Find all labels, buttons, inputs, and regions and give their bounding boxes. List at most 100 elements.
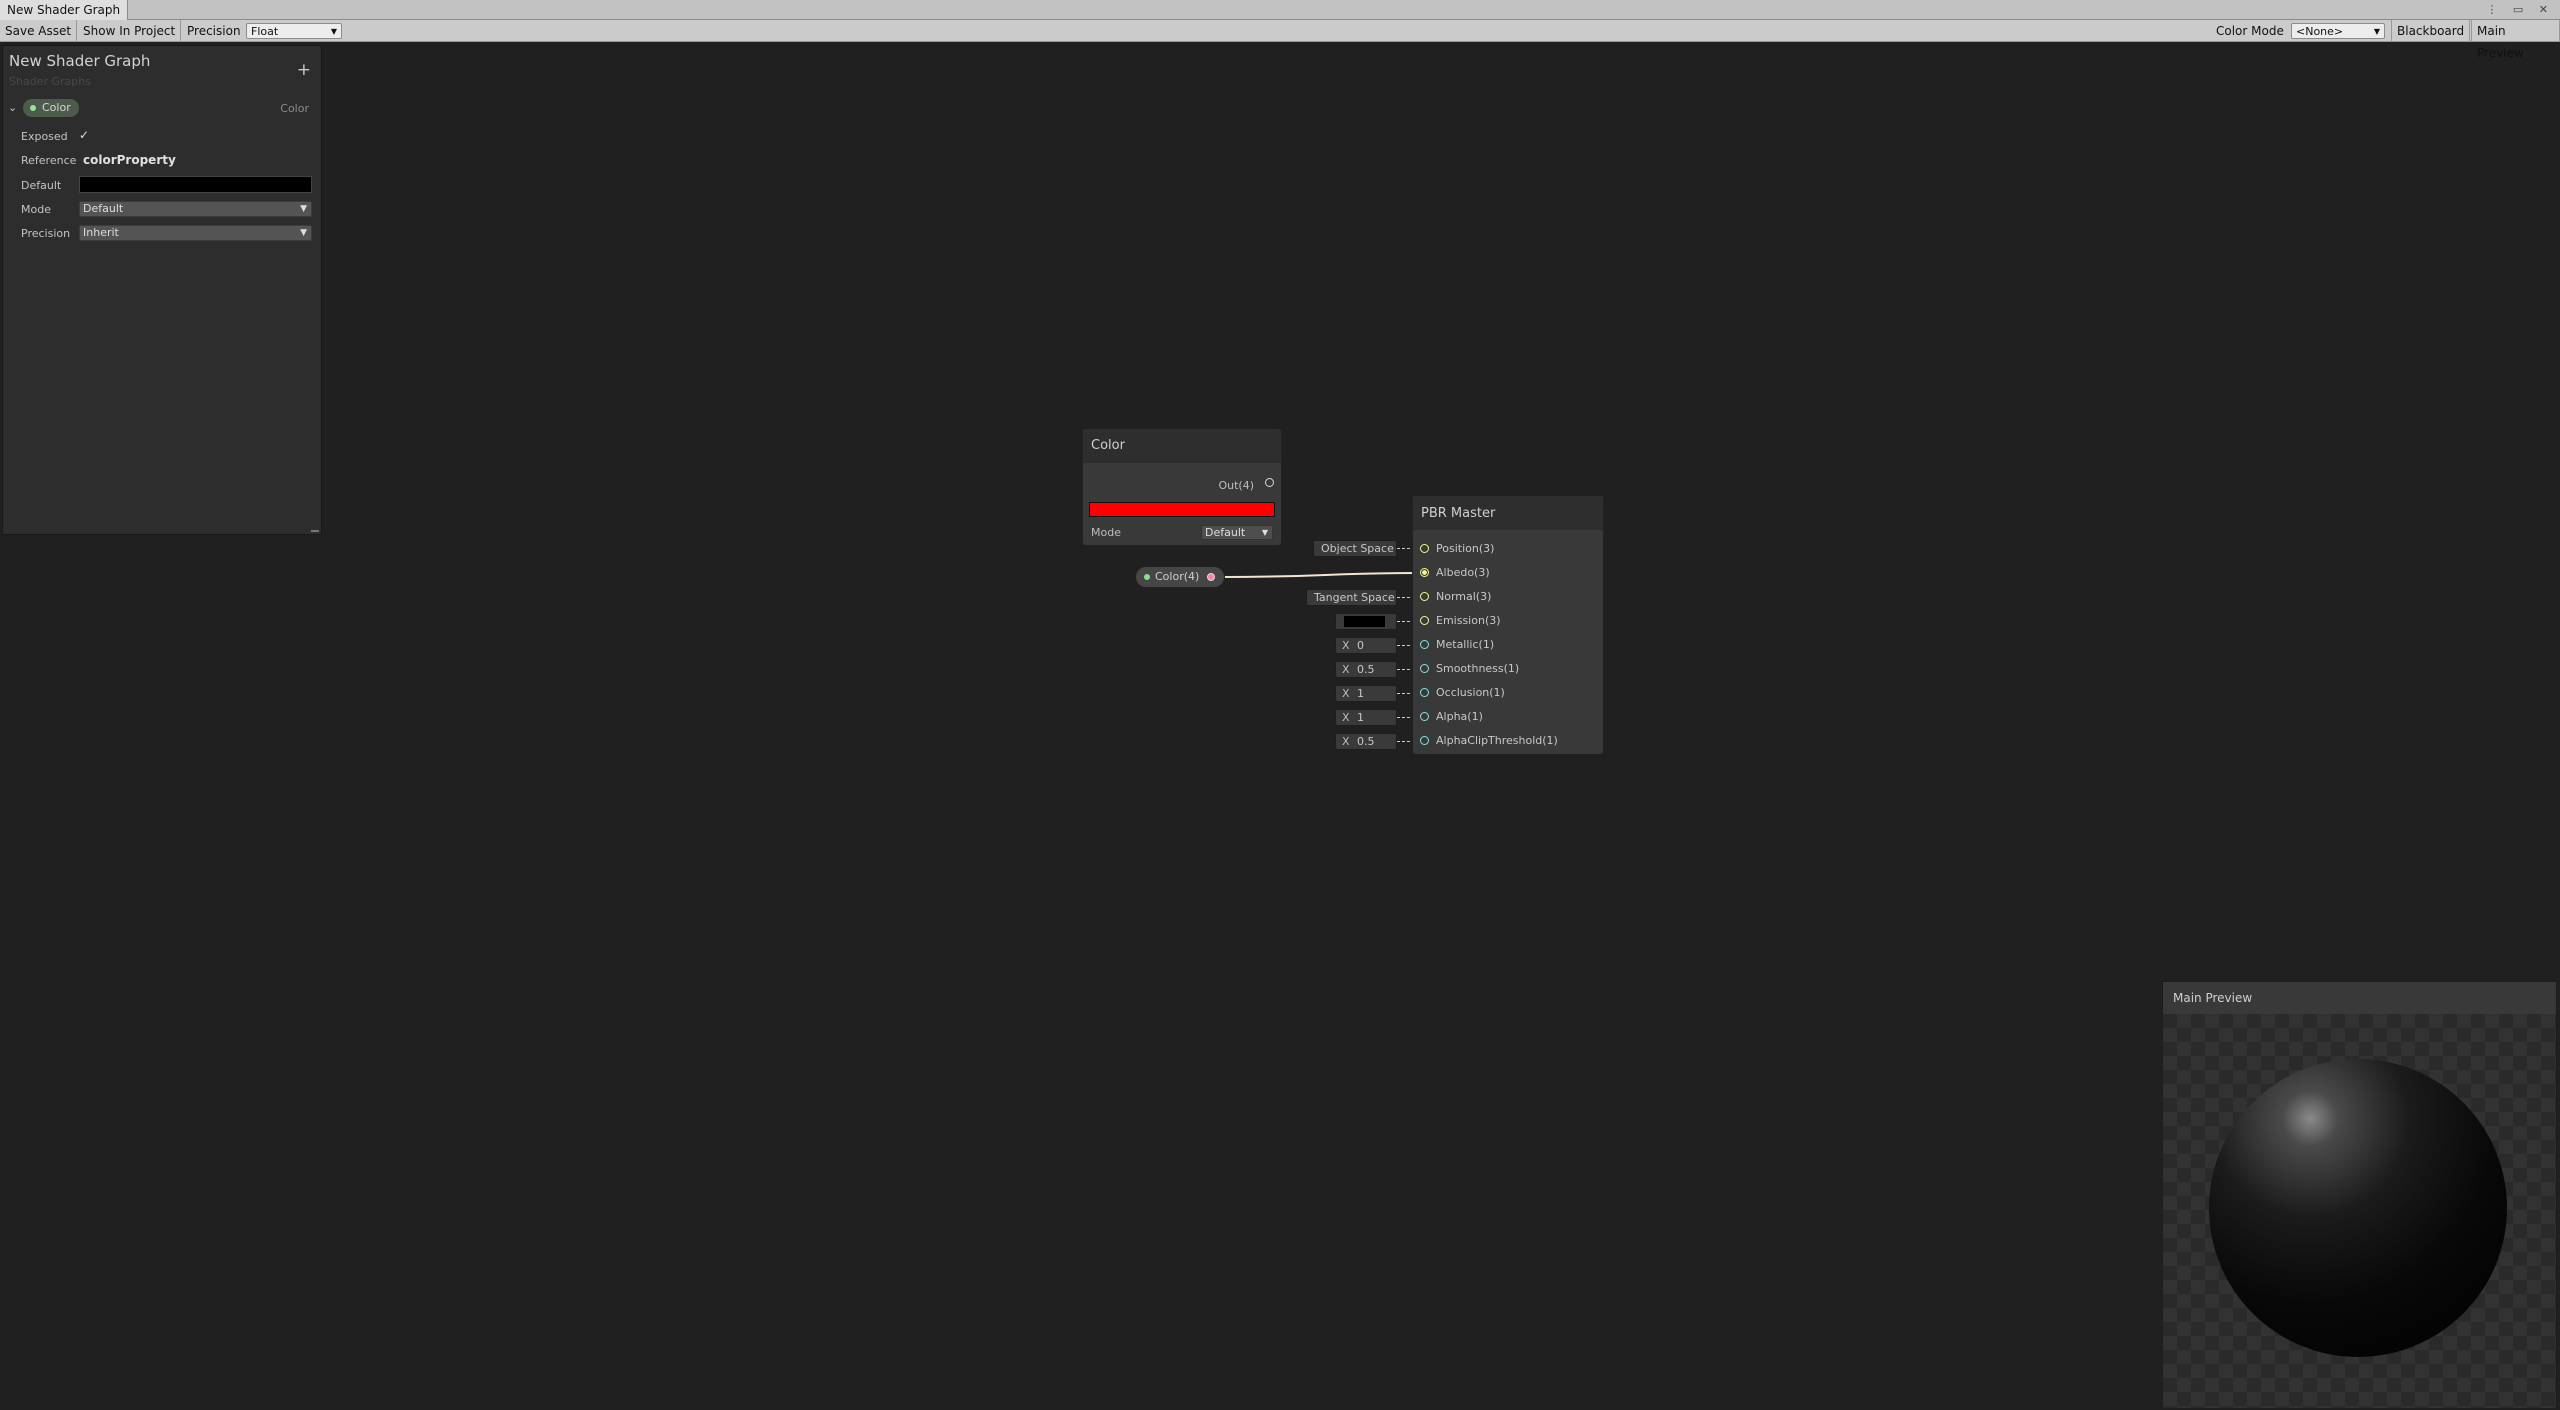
pbr-port-label: Smoothness(1) — [1436, 662, 1520, 675]
window-controls-icon[interactable]: ⋮ ▭ ✕ — [2486, 0, 2554, 20]
pbr-master-title: PBR Master — [1421, 506, 1496, 521]
alpha-value: 1 — [1357, 711, 1364, 724]
pbr-port-label: Position(3) — [1436, 542, 1495, 555]
emission-color-chip[interactable] — [1335, 613, 1397, 630]
window-tab[interactable]: New Shader Graph — [0, 0, 129, 20]
occlusion-value-field[interactable]: X 1 — [1335, 685, 1397, 702]
main-preview-header[interactable]: Main Preview — [2163, 982, 2556, 1014]
alpha-clip-value: 0.5 — [1357, 735, 1375, 748]
preview-viewport[interactable] — [2163, 1014, 2556, 1408]
pbr-master-header[interactable]: PBR Master — [1413, 496, 1603, 530]
pbr-port-label: AlphaClipThreshold(1) — [1436, 734, 1558, 747]
pbr-port-row[interactable]: Normal(3) — [1413, 588, 1603, 608]
input-port-icon[interactable] — [1420, 544, 1429, 553]
color-property-node-label: Color(4) — [1155, 570, 1200, 583]
reference-field[interactable]: colorProperty — [83, 153, 176, 167]
precision-dropdown[interactable]: Float ▼ — [246, 23, 342, 39]
chevron-down-icon[interactable]: ⌄ — [8, 101, 17, 114]
blackboard-subtitle: Shader Graphs — [9, 75, 91, 88]
color-property-node[interactable]: Color(4) — [1135, 566, 1225, 588]
input-port-icon[interactable] — [1420, 712, 1429, 721]
input-port-icon[interactable] — [1420, 640, 1429, 649]
pbr-master-node[interactable]: PBR Master Position(3) Albedo(3) Normal(3)… — [1412, 495, 1604, 755]
x-axis-label: X — [1342, 639, 1350, 652]
blackboard-toggle-button[interactable]: Blackboard — [2391, 20, 2471, 42]
x-axis-label: X — [1342, 663, 1350, 676]
color-node[interactable]: Color Out(4) Mode Default ▼ — [1082, 428, 1282, 546]
color-node-mode-dropdown[interactable]: Default ▼ — [1201, 525, 1273, 540]
main-preview-title: Main Preview — [2173, 991, 2253, 1005]
add-property-icon[interactable]: + — [297, 60, 311, 80]
pbr-port-row[interactable]: Albedo(3) — [1413, 564, 1603, 584]
smoothness-value: 0.5 — [1357, 663, 1375, 676]
color-node-header[interactable]: Color — [1083, 429, 1281, 463]
pbr-port-row[interactable]: Smoothness(1) — [1413, 660, 1603, 680]
dropdown-arrow-icon: ▼ — [300, 228, 307, 238]
save-asset-button[interactable]: Save Asset — [0, 20, 78, 42]
color-swatch[interactable] — [1089, 502, 1275, 517]
pbr-port-row[interactable]: Occlusion(1) — [1413, 684, 1603, 704]
reference-label: Reference — [21, 154, 77, 167]
color-node-out-port[interactable] — [1265, 478, 1274, 487]
property-dot-icon — [1144, 574, 1150, 580]
input-port-icon[interactable] — [1420, 736, 1429, 745]
color-node-mode-label: Mode — [1091, 526, 1121, 539]
color-mode-dropdown[interactable]: <None> ▼ — [2291, 23, 2385, 39]
position-space-field[interactable]: Object Space — [1313, 540, 1397, 557]
dropdown-arrow-icon: ▼ — [2373, 27, 2380, 36]
show-in-project-button[interactable]: Show In Project — [78, 20, 182, 42]
mode-dropdown[interactable]: Default ▼ — [79, 201, 312, 217]
metallic-value-field[interactable]: X 0 — [1335, 637, 1397, 654]
color-node-mode-value: Default — [1205, 526, 1246, 539]
alpha-value-field[interactable]: X 1 — [1335, 709, 1397, 726]
mode-label: Mode — [21, 203, 51, 216]
pbr-port-row[interactable]: Position(3) — [1413, 540, 1603, 560]
preview-sphere — [2209, 1059, 2507, 1357]
color-property-out-port[interactable] — [1207, 573, 1215, 581]
dropdown-arrow-icon: ▼ — [300, 204, 307, 214]
window-tab-bar: New Shader Graph ⋮ ▭ ✕ — [0, 0, 2560, 20]
default-label: Default — [21, 179, 62, 192]
pbr-port-row[interactable]: Metallic(1) — [1413, 636, 1603, 656]
dropdown-arrow-icon: ▼ — [330, 27, 337, 36]
graph-toolbar: Save Asset Show In Project Precision Flo… — [0, 20, 2560, 60]
pbr-port-label: Alpha(1) — [1436, 710, 1483, 723]
property-precision-dropdown[interactable]: Inherit ▼ — [79, 225, 312, 241]
pbr-port-row[interactable]: Emission(3) — [1413, 612, 1603, 632]
edge-color-to-albedo[interactable] — [1222, 572, 1423, 578]
mode-dropdown-value: Default — [83, 202, 124, 215]
pbr-port-label: Occlusion(1) — [1436, 686, 1505, 699]
input-port-icon[interactable] — [1420, 568, 1429, 577]
main-preview-panel[interactable]: Main Preview — [2162, 981, 2557, 1409]
input-port-icon[interactable] — [1420, 592, 1429, 601]
resize-handle[interactable] — [311, 530, 319, 532]
input-port-icon[interactable] — [1420, 664, 1429, 673]
exposed-checkbox[interactable]: ✓ — [79, 128, 89, 142]
precision-dropdown-value: Float — [251, 25, 279, 38]
blackboard-title: New Shader Graph — [9, 52, 151, 70]
pbr-port-row[interactable]: Alpha(1) — [1413, 708, 1603, 728]
x-axis-label: X — [1342, 711, 1350, 724]
smoothness-value-field[interactable]: X 0.5 — [1335, 661, 1397, 678]
metallic-value: 0 — [1357, 639, 1364, 652]
alpha-clip-value-field[interactable]: X 0.5 — [1335, 733, 1397, 750]
color-node-title: Color — [1091, 438, 1125, 453]
pbr-port-label: Albedo(3) — [1436, 566, 1490, 579]
property-type-label: Color — [280, 102, 309, 115]
pbr-port-label: Emission(3) — [1436, 614, 1501, 627]
color-mode-label: Color Mode — [2216, 24, 2284, 38]
default-color-field[interactable] — [79, 176, 312, 193]
x-axis-label: X — [1342, 687, 1350, 700]
property-pill[interactable]: Color — [23, 99, 79, 117]
color-node-out-label: Out(4) — [1218, 479, 1254, 492]
pbr-port-label: Normal(3) — [1436, 590, 1492, 603]
main-preview-toggle-button[interactable]: Main Preview — [2471, 20, 2560, 60]
input-port-icon[interactable] — [1420, 688, 1429, 697]
pbr-port-row[interactable]: AlphaClipThreshold(1) — [1413, 732, 1603, 752]
precision-field-label: Precision — [21, 227, 71, 240]
chevron-down-icon: ▼ — [1261, 528, 1268, 537]
input-port-icon[interactable] — [1420, 616, 1429, 625]
normal-space-field[interactable]: Tangent Space — [1306, 589, 1397, 606]
blackboard-panel: New Shader Graph Shader Graphs + ⌄ Color… — [2, 45, 322, 535]
emission-color-swatch — [1344, 616, 1385, 627]
